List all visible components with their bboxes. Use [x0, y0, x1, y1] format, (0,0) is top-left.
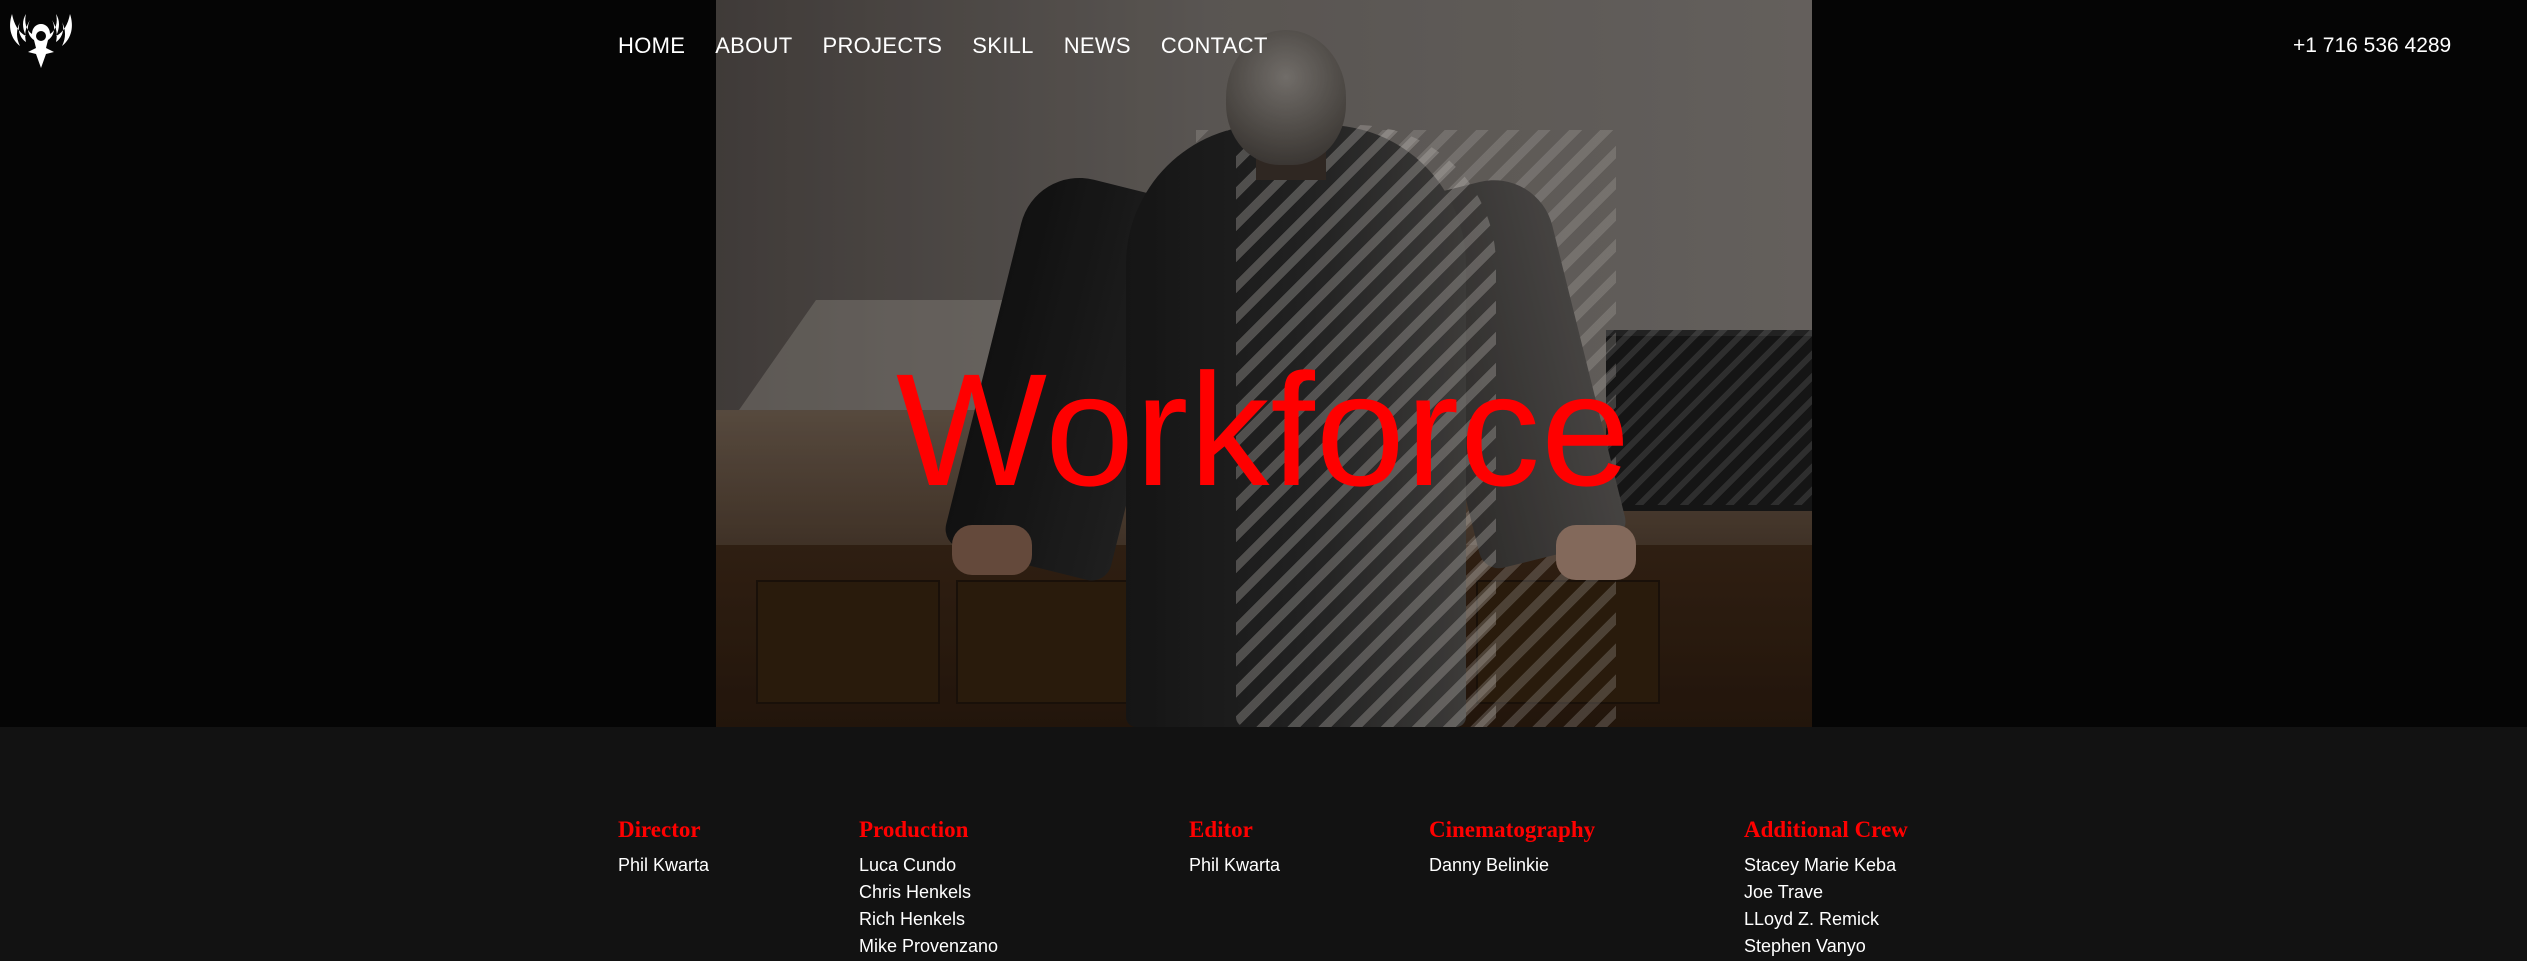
credit-names-list: Phil Kwarta — [618, 852, 709, 879]
nav-news[interactable]: NEWS — [1064, 32, 1131, 60]
credit-names-list: Luca Cundo Chris Henkels Rich Henkels Mi… — [859, 852, 998, 960]
credit-name: Danny Belinkie — [1429, 855, 1550, 875]
credit-names-list: Stacey Marie Keba Joe Trave LLoyd Z. Rem… — [1744, 852, 1908, 960]
credit-name: Joe Trave — [1744, 882, 1824, 902]
credit-role-heading: Additional Crew — [1744, 817, 1908, 842]
credit-name: Rich Henkels — [859, 909, 966, 929]
credit-name: Luca Cundo — [859, 855, 957, 875]
nav-skill[interactable]: SKILL — [972, 32, 1033, 60]
credit-additional-crew: Additional Crew Stacey Marie Keba Joe Tr… — [1744, 816, 1908, 960]
winged-crest-icon[interactable] — [6, 8, 76, 74]
logo-svg — [10, 14, 72, 68]
credit-name: Stephen Vanyo — [1744, 936, 1866, 956]
phone-number-link[interactable]: +1 716 536 4289 — [2293, 32, 2451, 60]
credit-name: Stacey Marie Keba — [1744, 855, 1897, 875]
credit-role-heading: Cinematography — [1429, 817, 1596, 842]
nav-projects[interactable]: PROJECTS — [823, 32, 943, 60]
credit-name: LLoyd Z. Remick — [1744, 909, 1880, 929]
nav-about[interactable]: ABOUT — [715, 32, 792, 60]
hero-title: Workforce — [895, 340, 1632, 519]
page: Workforce HOME ABOUT PROJECTS SKILL NEWS… — [0, 0, 2527, 961]
credit-names-list: Phil Kwarta — [1189, 852, 1280, 879]
credit-cinematography: Cinematography Danny Belinkie — [1429, 816, 1595, 879]
credit-name: Phil Kwarta — [618, 855, 710, 875]
credit-role-heading: Production — [859, 817, 969, 842]
credit-name: Mike Provenzano — [859, 936, 999, 956]
credits-section: Director Phil Kwarta Production Luca Cun… — [0, 727, 2527, 961]
credit-editor: Editor Phil Kwarta — [1189, 816, 1280, 879]
credit-names-list: Danny Belinkie — [1429, 852, 1595, 879]
credit-name: Chris Henkels — [859, 882, 972, 902]
nav-contact[interactable]: CONTACT — [1161, 32, 1268, 60]
credit-role-heading: Director — [618, 817, 701, 842]
credit-role-heading: Editor — [1189, 817, 1253, 842]
main-nav: HOME ABOUT PROJECTS SKILL NEWS CONTACT — [618, 32, 1298, 60]
hero-section: Workforce — [0, 0, 2527, 727]
credit-production: Production Luca Cundo Chris Henkels Rich… — [859, 816, 998, 960]
credit-director: Director Phil Kwarta — [618, 816, 709, 879]
nav-home[interactable]: HOME — [618, 32, 685, 60]
credit-name: Phil Kwarta — [1189, 855, 1281, 875]
